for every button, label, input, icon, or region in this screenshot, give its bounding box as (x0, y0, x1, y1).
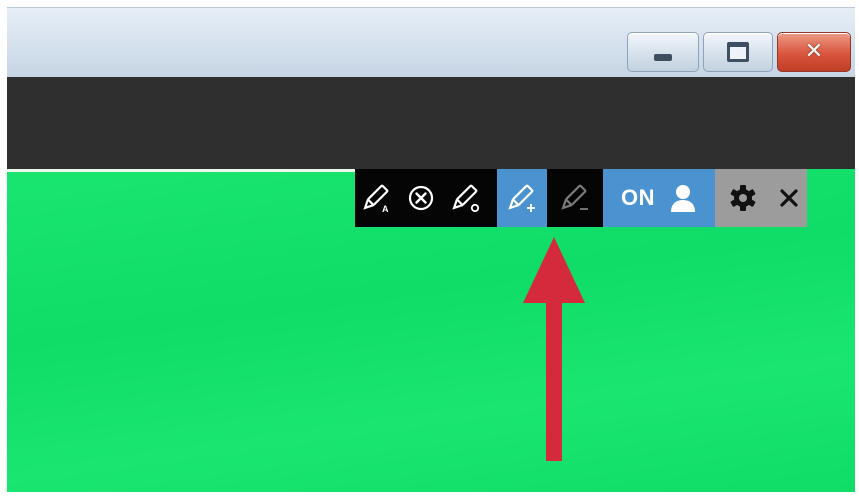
svg-text:A: A (382, 204, 389, 214)
pencil-plus-icon (508, 184, 535, 212)
pencil-a-button[interactable]: A (355, 169, 399, 227)
toolbar-gap (489, 169, 497, 227)
circle-x-icon (408, 185, 434, 211)
pencil-circle-icon (452, 184, 480, 213)
app-window: ✕ A ON (7, 7, 855, 492)
settings-button[interactable] (715, 169, 771, 227)
pencil-minus-button[interactable] (547, 169, 603, 227)
canvas-edge-line (7, 169, 359, 172)
close-icon: ✕ (804, 39, 824, 64)
maximize-icon (727, 42, 749, 62)
close-icon (780, 189, 798, 207)
window-titlebar: ✕ (7, 7, 855, 78)
gear-icon (730, 185, 756, 211)
minimize-icon (654, 53, 672, 61)
red-arrow-icon (523, 237, 585, 461)
pencil-plus-button[interactable] (497, 169, 547, 227)
minimize-button[interactable] (627, 32, 699, 72)
clear-button[interactable] (399, 169, 443, 227)
close-toolbar-button[interactable] (771, 169, 807, 227)
on-toggle-label: ON (621, 185, 655, 210)
drawing-toolbar: A ON (355, 169, 807, 227)
app-header-bar (7, 77, 855, 169)
user-icon (671, 185, 695, 212)
pencil-circle-button[interactable] (443, 169, 489, 227)
pencil-minus-icon (561, 184, 588, 210)
maximize-button[interactable] (703, 32, 773, 72)
pencil-a-icon: A (363, 184, 389, 214)
close-window-button[interactable]: ✕ (777, 32, 851, 72)
on-toggle-button[interactable]: ON (603, 169, 715, 227)
